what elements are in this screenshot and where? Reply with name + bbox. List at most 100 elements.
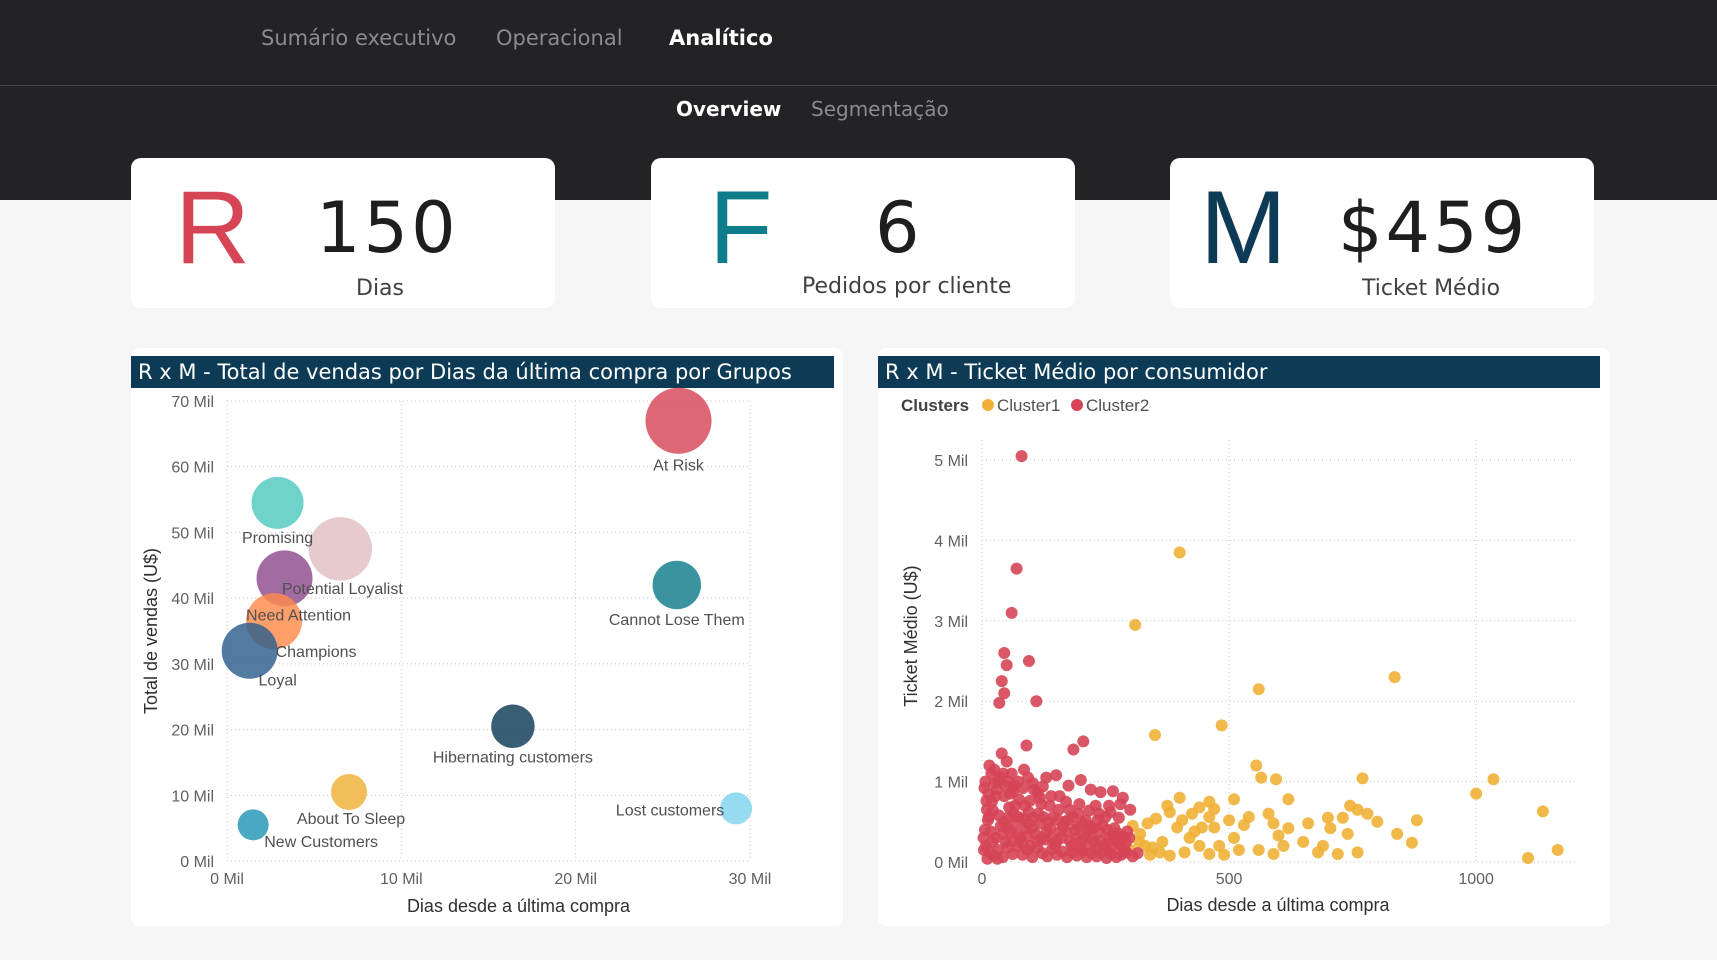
scatter-point-cluster1 [1405,836,1418,849]
scatter-point-cluster2 [986,835,999,848]
bubble-lost-customers [720,792,753,825]
scatter-point-cluster1 [1324,822,1337,835]
scatter-point-cluster2 [1015,450,1028,463]
kpi-letter: M [1200,170,1287,286]
x-tick-label: 20 Mil [554,871,597,888]
legend-title: Clusters [901,396,969,415]
bubble-chart-panel: R x M - Total de vendas por Dias da últi… [131,348,843,926]
scatter-point-cluster1 [1186,807,1199,820]
y-tick-label: 0 Mil [934,855,968,872]
scatter-point-cluster1 [1173,791,1186,804]
scatter-point-cluster1 [1282,793,1295,806]
kpi-value: 6 [875,187,923,269]
bubble-chart: 0 Mil 10 Mil 20 Mil 30 Mil 40 Mil 50 Mil 60 Mi… [141,387,772,916]
scatter-point-cluster2 [982,787,995,800]
tab-operacional[interactable]: Operacional [496,26,623,56]
kpi-caption: Pedidos por cliente [802,274,1012,299]
legend-marker [982,399,994,411]
scatter-point-cluster2 [1094,786,1107,799]
scatter-point-cluster1 [1237,819,1250,832]
scatter-point-cluster1 [1173,546,1186,559]
x-axis-title: Dias desde a última compra [1166,895,1390,915]
legend-label: Cluster2 [1086,396,1149,415]
subtab-overview[interactable]: Overview [676,97,781,125]
kpi-caption: Ticket Médio [1362,276,1501,301]
scatter-point-cluster1 [1391,827,1404,840]
nav-divider [0,85,1717,86]
scatter-point-cluster1 [1522,851,1535,864]
bubble-label: Potential Loyalist [282,581,404,598]
scatter-point-cluster1 [1228,793,1241,806]
scatter-point-cluster1 [1272,829,1285,842]
x-tick-label: 30 Mil [729,871,772,888]
scatter-point-cluster2 [1073,798,1086,811]
scatter-chart-panel: R x M - Ticket Médio por consumidor Clus… [878,348,1610,926]
kpi-letter: F [709,170,773,286]
scatter-point-cluster1 [1215,719,1228,732]
tab-analitico[interactable]: Analítico [669,26,773,56]
x-tick-label: 0 [978,871,987,888]
scatter-point-cluster1 [1371,815,1384,828]
y-tick-label: 5 Mil [934,453,968,470]
scatter-point-cluster1 [1331,847,1344,860]
y-tick-label: 3 Mil [934,614,968,631]
tab-sumario-executivo[interactable]: Sumário executivo [261,26,456,56]
bubble-label: Loyal [259,673,297,690]
scatter-point-cluster1 [1149,812,1162,825]
scatter-point-cluster1 [1129,618,1142,631]
scatter-point-cluster1 [1388,671,1401,684]
scatter-point-cluster1 [1270,773,1283,786]
scatter-point-cluster1 [1356,772,1369,785]
y-tick-label: 70 Mil [171,394,214,411]
scatter-point-cluster1 [1297,835,1310,848]
scatter-point-cluster2 [1043,799,1056,812]
y-tick-label: 30 Mil [171,657,214,674]
kpi-value: 150 [316,187,459,269]
scatter-point-cluster1 [1267,847,1280,860]
scatter-point-cluster1 [1487,773,1500,786]
scatter-point-cluster2 [1020,739,1033,752]
scatter-point-cluster2 [1053,790,1066,803]
y-tick-label: 1 Mil [934,775,968,792]
bubble-label: Lost customers [616,802,724,819]
scatter-point-cluster1 [1250,759,1263,772]
scatter-point-cluster1 [1208,802,1221,815]
scatter-point-cluster1 [1148,729,1161,742]
scatter-point-cluster2 [993,696,1006,709]
scatter-point-cluster2 [1074,774,1087,787]
bubble-label: New Customers [264,834,378,851]
bubble-label: Cannot Lose Them [609,612,745,629]
bubble-loyal [221,622,278,679]
y-tick-label: 40 Mil [171,591,214,608]
x-tick-label: 0 Mil [210,871,244,888]
bubble-at-risk [645,387,712,454]
scatter-point-cluster1 [1470,787,1483,800]
scatter-point-cluster1 [1361,807,1374,820]
scatter-point-cluster1 [1223,814,1236,827]
y-axis-title: Ticket Médio (U$) [901,565,921,706]
scatter-point-cluster1 [1321,811,1334,824]
scatter-point-cluster2 [1030,695,1043,708]
scatter-point-cluster1 [1351,846,1364,859]
y-tick-label: 0 Mil [180,854,214,871]
scatter-point-cluster2 [991,852,1004,865]
y-tick-label: 50 Mil [171,525,214,542]
scatter-point-cluster1 [1344,799,1357,812]
y-tick-label: 10 Mil [171,788,214,805]
scatter-point-cluster1 [1228,831,1241,844]
kpi-letter: R [175,170,251,286]
subtab-segmentacao[interactable]: Segmentação [811,97,949,125]
bubble-promising [251,476,304,529]
scatter-point-cluster2 [1114,798,1127,811]
scatter-point-cluster1 [1341,827,1354,840]
scatter-point-cluster2 [1036,780,1049,793]
legend-marker [1071,399,1083,411]
scatter-point-cluster2 [998,647,1011,660]
x-tick-label: 500 [1216,871,1243,888]
scatter-point-cluster2 [1131,847,1144,860]
y-tick-label: 4 Mil [934,533,968,550]
y-tick-label: 20 Mil [171,723,214,740]
scatter-point-cluster2 [1025,822,1038,835]
scatter-point-cluster2 [1121,825,1134,838]
scatter-point-cluster1 [1232,843,1245,856]
